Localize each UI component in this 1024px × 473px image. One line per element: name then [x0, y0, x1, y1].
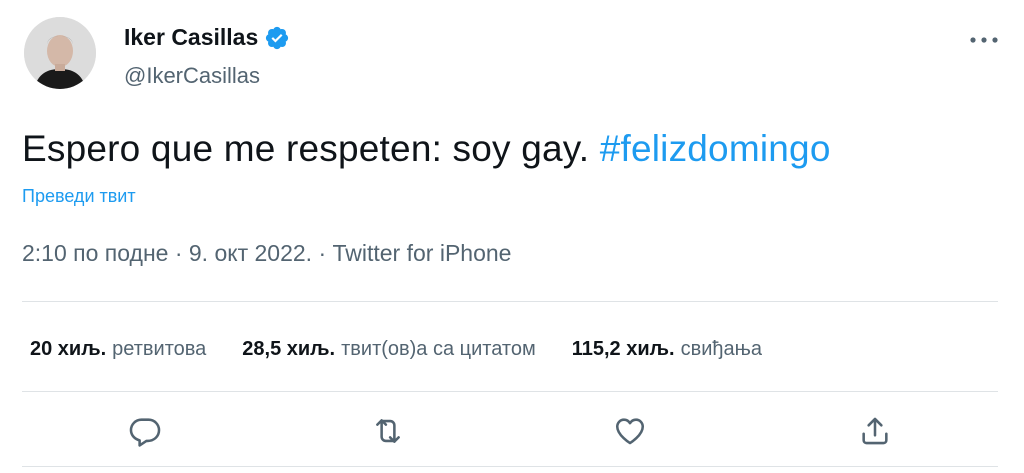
tweet-stats: 20 хиљ. ретвитова 28,5 хиљ. твит(ов)а са ц…	[30, 338, 798, 361]
author-name-row[interactable]: Iker Casillas	[124, 24, 290, 51]
retweets-count: 20 хиљ.	[30, 338, 107, 360]
quotes-count: 28,5 хиљ.	[242, 338, 336, 360]
likes-stat[interactable]: 115,2 хиљ. свиђања	[572, 338, 762, 361]
more-icon	[970, 37, 998, 43]
divider	[22, 391, 998, 392]
translate-tweet-link[interactable]: Преведи твит	[22, 186, 136, 207]
likes-label: свиђања	[680, 338, 763, 360]
reply-icon	[129, 418, 161, 447]
avatar-image	[24, 17, 96, 89]
tweet-body: Espero que me respeten: soy gay.	[22, 128, 600, 169]
more-options-button[interactable]	[966, 30, 1002, 50]
tweet-timestamp[interactable]: 2:10 по подне · 9. окт 2022. · Twitter f…	[22, 240, 511, 267]
like-button[interactable]	[610, 411, 650, 451]
verified-badge-icon	[264, 25, 290, 51]
share-button[interactable]	[855, 411, 895, 451]
reply-button[interactable]	[125, 411, 165, 451]
tweet-actions	[0, 411, 1024, 451]
hashtag-link[interactable]: #felizdomingo	[600, 128, 831, 169]
avatar[interactable]	[24, 17, 96, 89]
divider	[22, 301, 998, 302]
retweet-button[interactable]	[368, 411, 408, 451]
likes-count: 115,2 хиљ.	[571, 338, 675, 360]
divider	[22, 466, 998, 467]
author-name[interactable]: Iker Casillas	[124, 24, 258, 51]
quotes-stat[interactable]: 28,5 хиљ. твит(ов)а са цитатом	[242, 338, 535, 361]
quotes-label: твит(ов)а са цитатом	[341, 338, 536, 360]
heart-icon	[615, 418, 645, 445]
retweets-label: ретвитова	[112, 338, 207, 360]
retweets-stat[interactable]: 20 хиљ. ретвитова	[30, 338, 206, 361]
share-icon	[862, 417, 888, 445]
author-handle[interactable]: @IkerCasillas	[124, 63, 260, 89]
tweet-text: Espero que me respeten: soy gay. #felizd…	[22, 128, 831, 170]
retweet-icon	[376, 419, 400, 443]
